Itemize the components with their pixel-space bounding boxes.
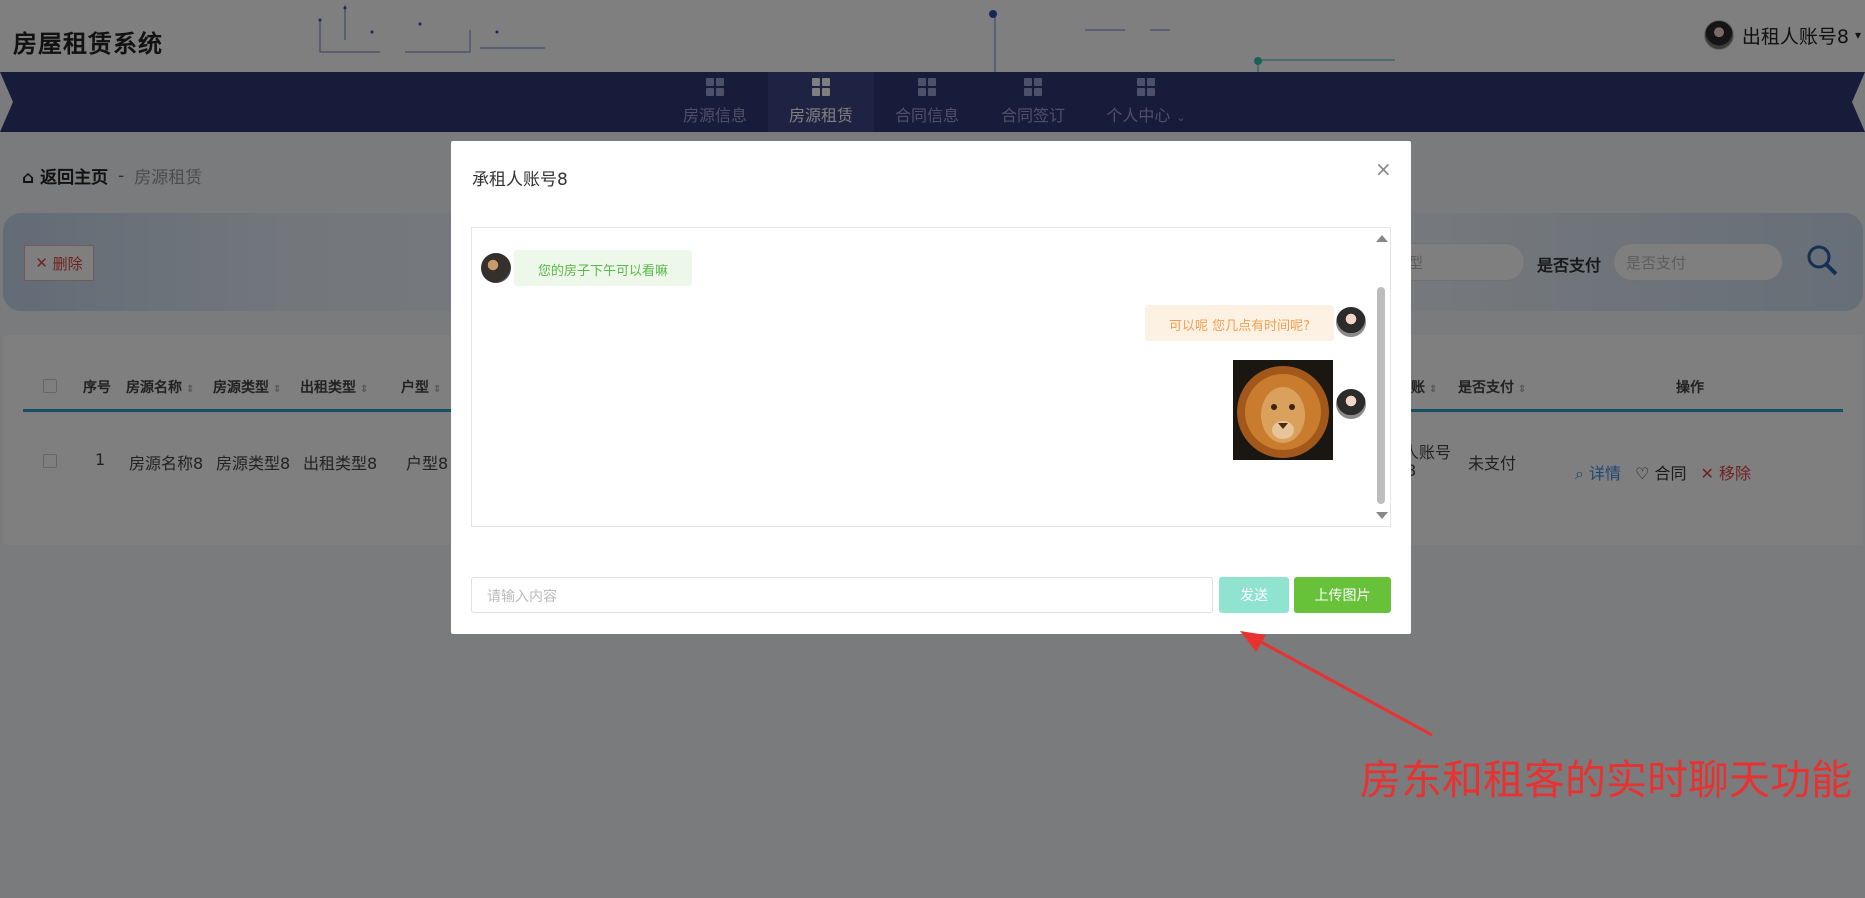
dialog-title: 承租人账号8 — [472, 170, 568, 190]
lion-image[interactable] — [1233, 360, 1333, 460]
landlord-avatar — [1336, 389, 1366, 419]
upload-label: 上传图片 — [1314, 588, 1371, 604]
scroll-up-icon[interactable] — [1376, 235, 1388, 242]
send-label: 发送 — [1240, 588, 1268, 604]
upload-image-button[interactable]: 上传图片 — [1294, 577, 1391, 613]
message-placeholder: 请输入内容 — [487, 589, 557, 605]
scroll-thumb[interactable] — [1377, 287, 1385, 504]
tenant-avatar — [481, 253, 511, 283]
close-icon[interactable]: × — [1375, 157, 1392, 181]
landlord-avatar — [1336, 307, 1366, 337]
chat-history[interactable]: 您的房子下午可以看嘛 可以呢 您几点有时间呢? — [471, 227, 1391, 527]
chat-message-left: 您的房子下午可以看嘛 — [514, 250, 693, 286]
chat-input-row: 请输入内容 发送 上传图片 — [471, 577, 1391, 613]
scroll-down-icon[interactable] — [1376, 512, 1388, 519]
chat-dialog: 承租人账号8 × 您的房子下午可以看嘛 可以呢 您几点有时间呢? 请输入内容 发… — [451, 141, 1411, 634]
chat-message-right: 可以呢 您几点有时间呢? — [1144, 305, 1334, 341]
annotation-text: 房东和租客的实时聊天功能 — [1360, 756, 1852, 804]
message-input[interactable]: 请输入内容 — [471, 577, 1213, 613]
send-button[interactable]: 发送 — [1219, 577, 1289, 613]
chat-scrollbar[interactable] — [1375, 232, 1388, 522]
